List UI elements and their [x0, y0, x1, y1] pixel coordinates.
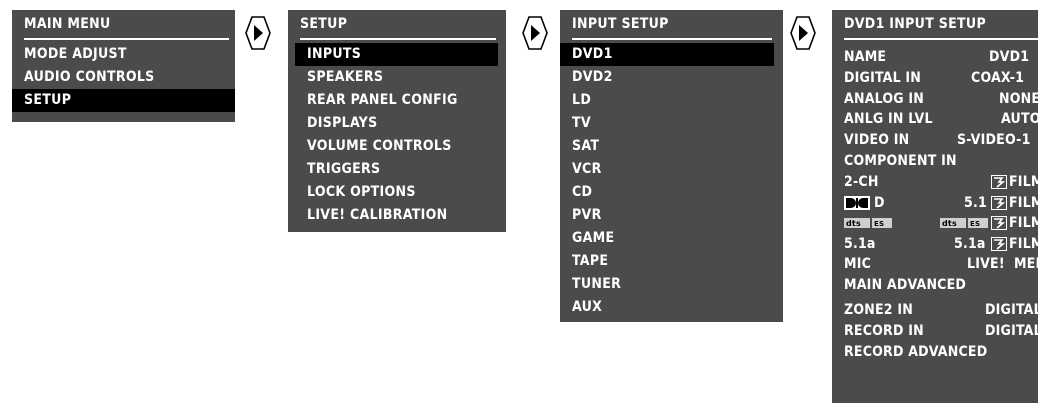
setting-label: VIDEO IN: [844, 132, 910, 148]
dvd1-setup-title: DVD1 INPUT SETUP: [844, 16, 986, 32]
navigate-right-arrow-icon[interactable]: [522, 16, 548, 50]
setting-format: 5.1a: [954, 236, 986, 252]
setting-row-2ch[interactable]: 2-CH FILM: [844, 172, 1038, 192]
input-setup-panel: INPUT SETUP DVD1 DVD2 LD TV SAT VCR CD PVR GAME T…: [560, 10, 783, 322]
setting-value: DIGITAL: [985, 323, 1038, 339]
menu-item-dvd2[interactable]: DVD2: [560, 66, 774, 89]
setup-menu-title: SETUP: [300, 16, 348, 32]
setup-menu-panel: SETUP INPUTS SPEAKERS REAR PANEL CONFIG DIS…: [288, 10, 506, 232]
thx-logo-icon: [991, 175, 1007, 189]
menu-item-sat[interactable]: SAT: [560, 135, 774, 158]
setting-value: FILM: [1009, 215, 1038, 231]
title-divider: [24, 38, 229, 40]
menu-item-tv[interactable]: TV: [560, 112, 774, 135]
setting-value: DIGITAL: [985, 302, 1038, 318]
setting-value: NONE: [999, 91, 1038, 107]
dolby-digital-logo-icon: [844, 196, 870, 210]
menu-item-displays[interactable]: DISPLAYS: [295, 112, 498, 135]
setting-value: FILM: [1009, 195, 1038, 211]
main-menu-panel: MAIN MENU MODE ADJUST AUDIO CONTROLS SETUP: [12, 10, 235, 122]
setting-row-5-1a[interactable]: 5.1a 5.1a FILM: [844, 234, 1038, 254]
menu-item-ld[interactable]: LD: [560, 89, 774, 112]
setting-row-main-advanced[interactable]: MAIN ADVANCED: [844, 275, 1038, 295]
svg-text:dts: dts: [942, 219, 957, 228]
dts-es-logo-icon: dts ES: [844, 218, 892, 228]
menu-item-live-calibration[interactable]: LIVE! CALIBRATION: [295, 204, 498, 227]
setting-label: 5.1a: [844, 236, 876, 252]
setting-value: FILM: [1009, 174, 1038, 190]
setting-row-dolby-digital[interactable]: D 5.1 FILM: [844, 193, 1038, 213]
menu-item-inputs[interactable]: INPUTS: [295, 43, 498, 66]
setting-row-record-in[interactable]: RECORD IN DIGITAL: [844, 321, 1038, 341]
svg-text:ES: ES: [874, 220, 884, 228]
main-menu-title: MAIN MENU: [24, 16, 111, 32]
menu-item-dvd1[interactable]: DVD1: [560, 43, 774, 66]
menu-item-setup[interactable]: SETUP: [12, 89, 235, 112]
setting-label: ANLG IN LVL: [844, 111, 933, 127]
dts-es-logo-icon: dts ES: [940, 218, 988, 228]
menu-item-speakers[interactable]: SPEAKERS: [295, 66, 498, 89]
setting-row-zone2-in[interactable]: ZONE2 IN DIGITAL: [844, 300, 1038, 320]
setting-label: RECORD ADVANCED: [844, 344, 988, 360]
menu-item-mode-adjust[interactable]: MODE ADJUST: [12, 43, 235, 66]
setting-label: D: [874, 195, 885, 211]
setting-label: NAME: [844, 49, 887, 65]
setting-label: COMPONENT IN: [844, 153, 957, 169]
setting-label: ANALOG IN: [844, 91, 925, 107]
setting-row-record-advanced[interactable]: RECORD ADVANCED: [844, 342, 1038, 362]
setting-value: FILM: [1009, 236, 1038, 252]
setting-row-name[interactable]: NAME DVD1: [844, 47, 1038, 67]
input-setup-list: DVD1 DVD2 LD TV SAT VCR CD PVR GAME TAPE TUNER AUX: [560, 43, 774, 319]
menu-item-pvr[interactable]: PVR: [560, 204, 774, 227]
setting-row-mic[interactable]: MIC LIVE! MED: [844, 254, 1038, 274]
main-menu-list: MODE ADJUST AUDIO CONTROLS SETUP: [12, 43, 235, 112]
setting-label: RECORD IN: [844, 323, 924, 339]
menu-item-lock-options[interactable]: LOCK OPTIONS: [295, 181, 498, 204]
navigate-right-arrow-icon[interactable]: [790, 16, 816, 50]
thx-logo-icon: [991, 216, 1007, 230]
title-divider: [300, 38, 496, 40]
menu-item-tuner[interactable]: TUNER: [560, 273, 774, 296]
thx-logo-icon: [991, 196, 1007, 210]
menu-item-volume-controls[interactable]: VOLUME CONTROLS: [295, 135, 498, 158]
menu-item-vcr[interactable]: VCR: [560, 158, 774, 181]
menu-item-triggers[interactable]: TRIGGERS: [295, 158, 498, 181]
setting-row-dts-es[interactable]: dts ES dts ES FILM: [844, 213, 1038, 233]
thx-logo-icon: [991, 237, 1007, 251]
menu-item-rear-panel-config[interactable]: REAR PANEL CONFIG: [295, 89, 498, 112]
setting-value: COAX-1: [971, 70, 1025, 86]
setting-value: DVD1: [989, 49, 1030, 65]
setting-row-component-in[interactable]: COMPONENT IN 1: [844, 151, 1038, 171]
input-setup-title: INPUT SETUP: [572, 16, 669, 32]
setting-value: LIVE! MED: [967, 256, 1038, 272]
menu-item-tape[interactable]: TAPE: [560, 250, 774, 273]
setting-format: 5.1: [964, 195, 987, 211]
svg-text:dts: dts: [846, 219, 861, 228]
navigate-right-arrow-icon[interactable]: [245, 16, 271, 50]
title-divider: [572, 38, 772, 40]
setting-label: DIGITAL IN: [844, 70, 922, 86]
setting-label: MIC: [844, 256, 872, 272]
dvd1-input-setup-panel: DVD1 INPUT SETUP NAME DVD1 DIGITAL IN CO…: [832, 10, 1038, 403]
setup-menu-list: INPUTS SPEAKERS REAR PANEL CONFIG DISPLAYS V…: [295, 43, 498, 227]
setting-value: S-VIDEO-1: [957, 132, 1031, 148]
menu-item-aux[interactable]: AUX: [560, 296, 774, 319]
setting-label: ZONE2 IN: [844, 302, 913, 318]
svg-text:ES: ES: [970, 220, 980, 228]
setting-row-video-in[interactable]: VIDEO IN S-VIDEO-1: [844, 130, 1038, 150]
menu-item-game[interactable]: GAME: [560, 227, 774, 250]
setting-row-anlg-in-lvl[interactable]: ANLG IN LVL AUTO: [844, 109, 1038, 129]
setting-row-digital-in[interactable]: DIGITAL IN COAX-1: [844, 68, 1038, 88]
menu-item-cd[interactable]: CD: [560, 181, 774, 204]
setting-label: MAIN ADVANCED: [844, 277, 967, 293]
menu-item-audio-controls[interactable]: AUDIO CONTROLS: [12, 66, 235, 89]
setting-label: 2-CH: [844, 174, 879, 190]
title-divider: [844, 38, 1038, 40]
setting-value: AUTO: [1001, 111, 1038, 127]
setting-row-analog-in[interactable]: ANALOG IN NONE: [844, 89, 1038, 109]
